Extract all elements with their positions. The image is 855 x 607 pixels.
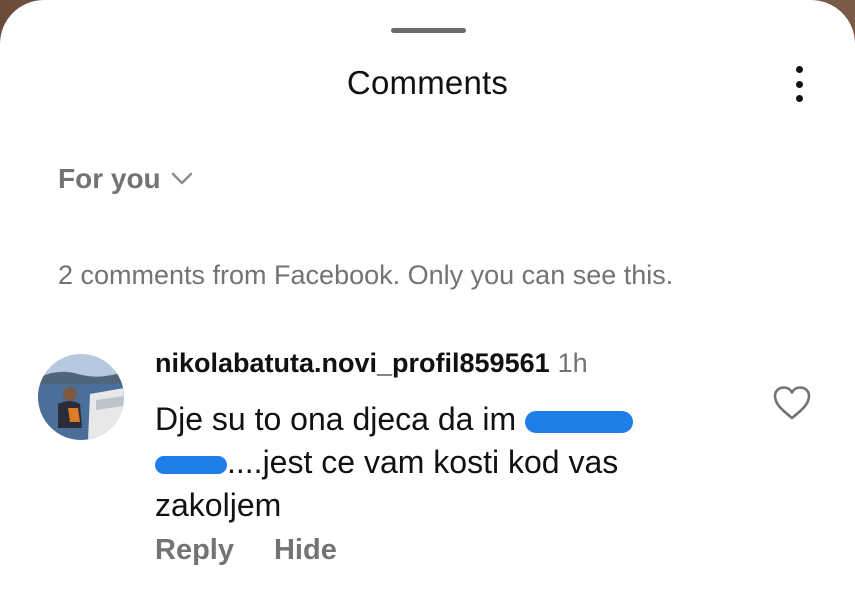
drag-handle[interactable] [391,28,466,33]
comment-text-part1: Dje su to ona djeca da im [155,401,525,437]
redaction-mark [155,455,227,474]
chevron-down-icon [171,172,192,185]
sort-dropdown[interactable]: For you [58,163,193,195]
sort-label: For you [58,163,161,194]
hide-button[interactable]: Hide [274,534,337,567]
redaction-mark [524,410,633,433]
avatar[interactable] [38,354,124,440]
comment-username[interactable]: nikolabatuta.novi_profil859561 1h [155,348,588,379]
sheet-title: Comments [346,64,509,101]
heart-outline-icon[interactable] [772,385,812,421]
comment-text: Dje su to ona djeca da im ....jest ce va… [155,398,735,527]
more-options-icon[interactable] [784,62,814,106]
comment-actions: Reply Hide [155,534,337,567]
username-text: nikolabatuta.novi_profil859561 [155,348,550,378]
facebook-comments-notice: 2 comments from Facebook. Only you can s… [58,260,674,290]
comment-text-part2: ....jest ce vam kosti kod vas zakoljem [155,444,619,523]
comments-sheet: Comments For you 2 comments from Faceboo… [0,0,855,607]
comment-time: 1h [557,348,588,378]
reply-button[interactable]: Reply [155,534,234,567]
